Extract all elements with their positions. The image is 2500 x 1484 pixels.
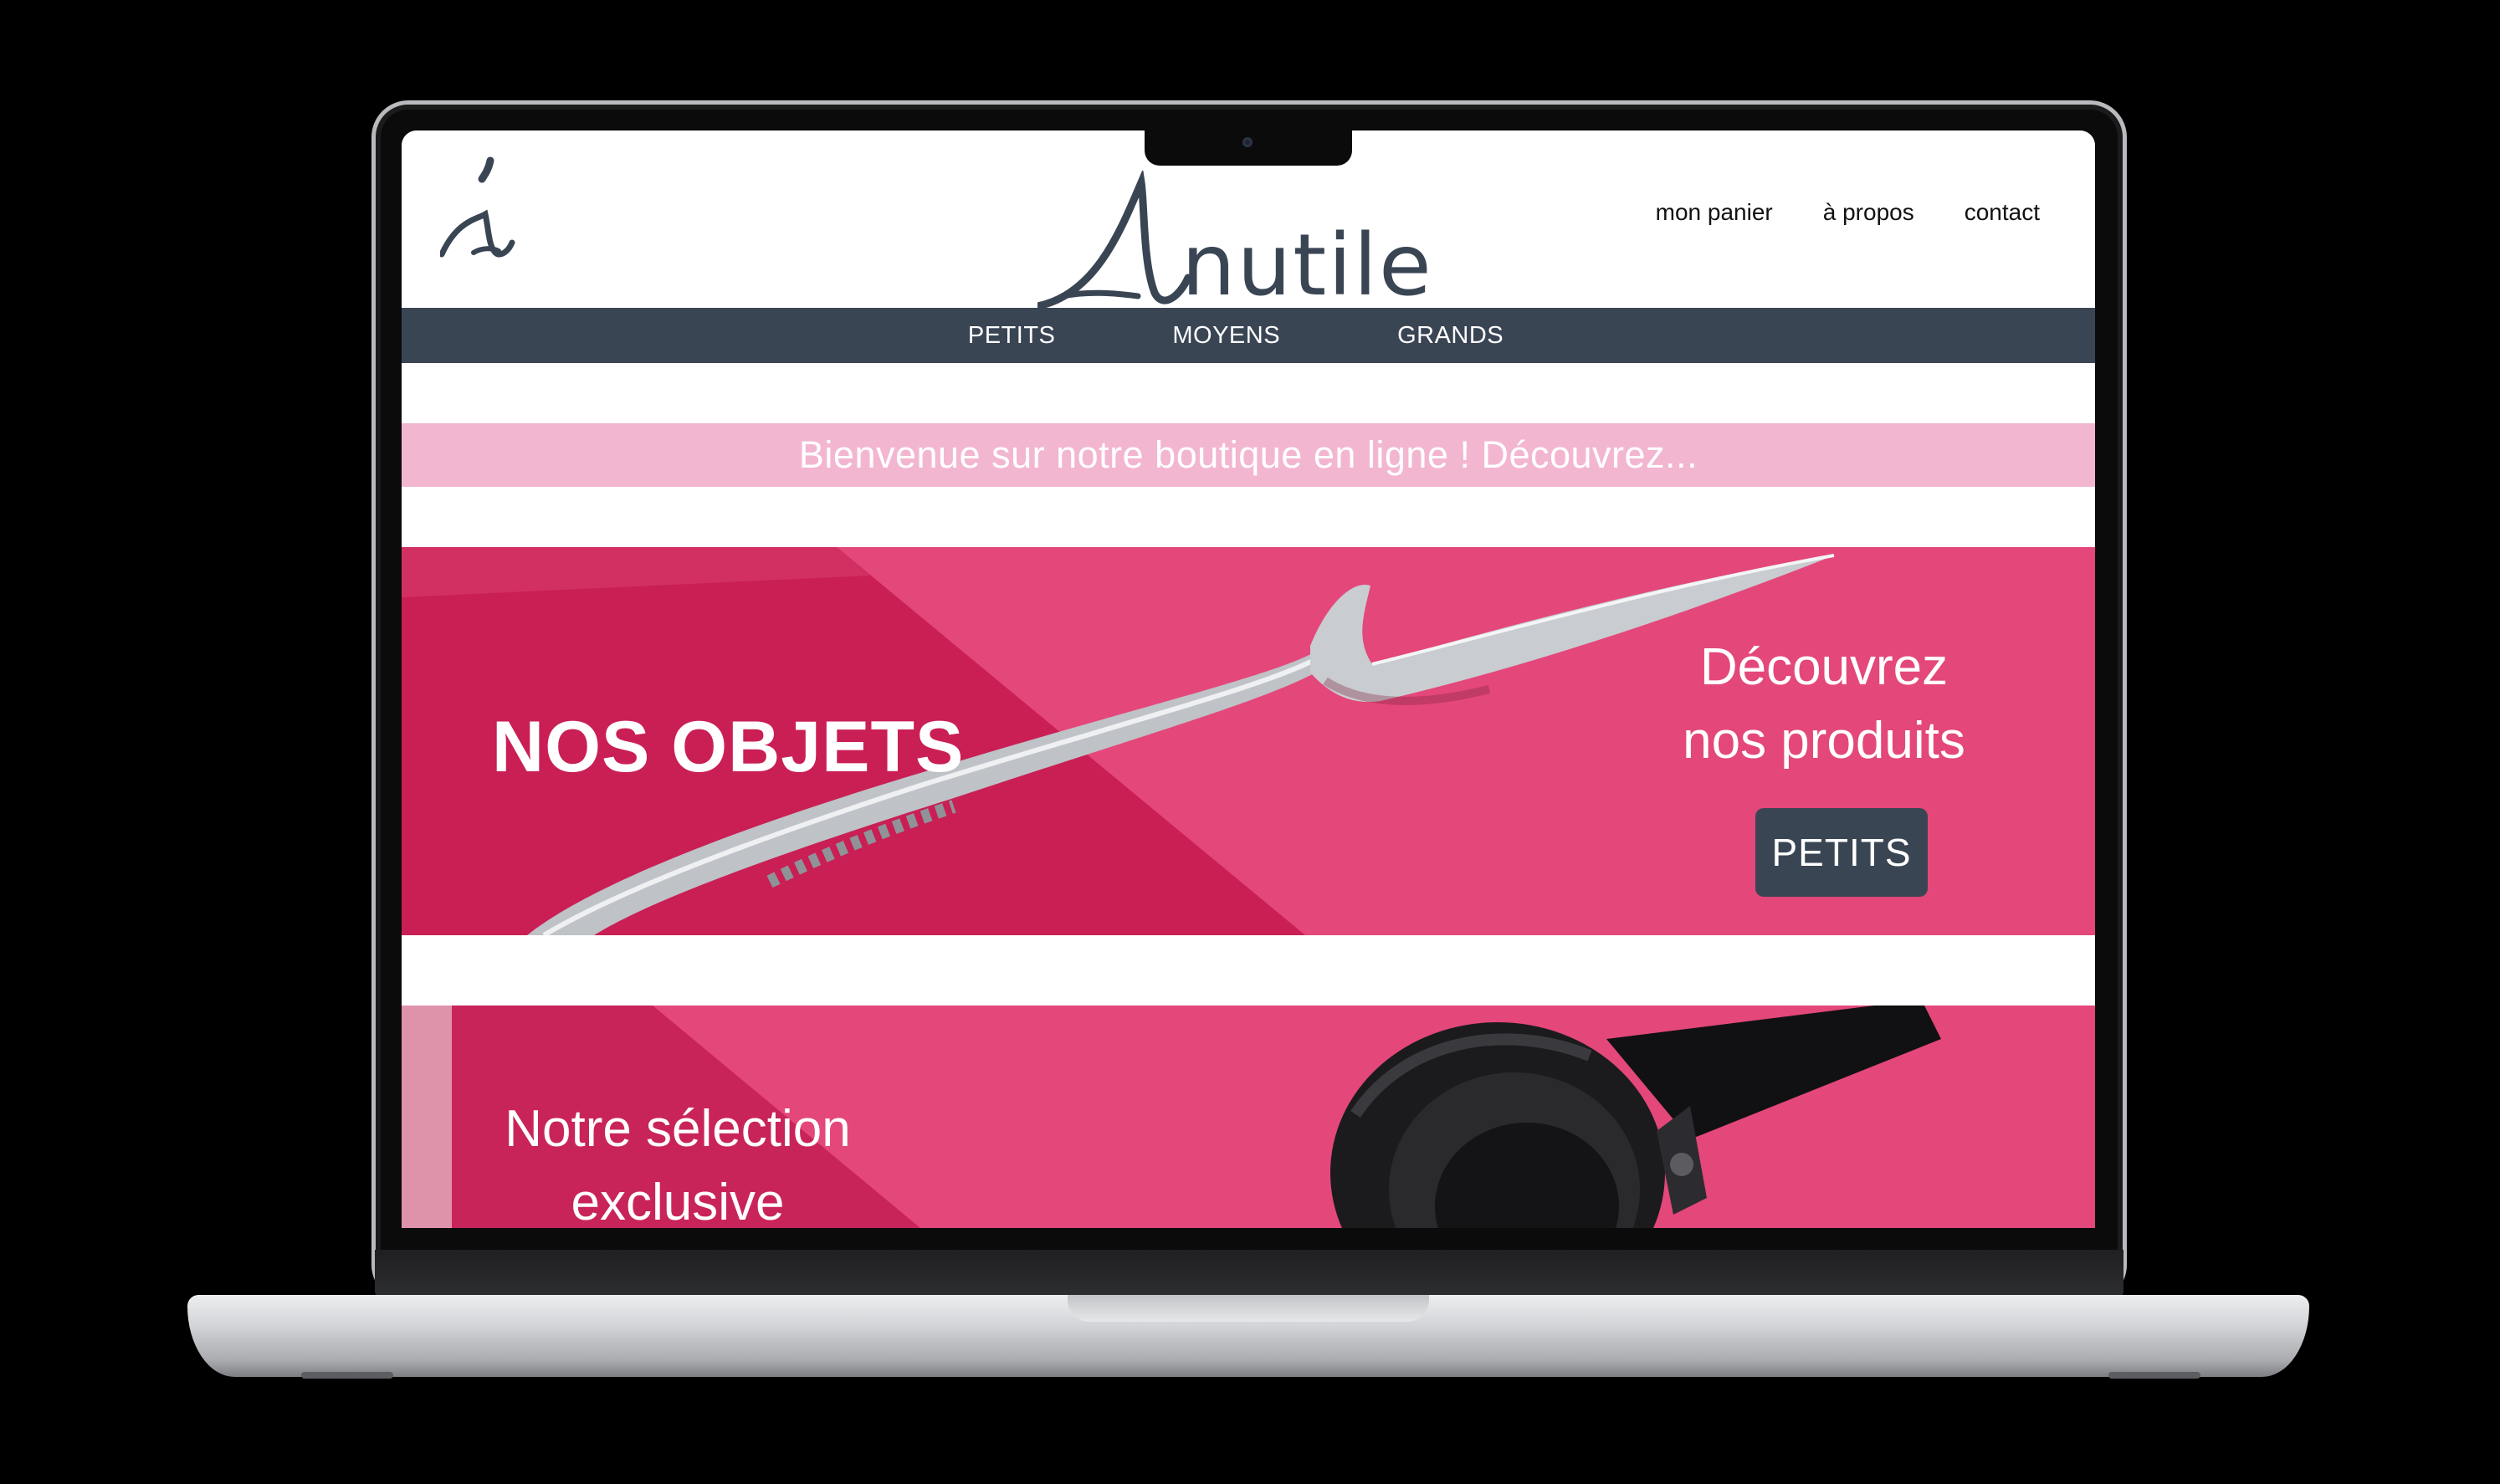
camera-icon bbox=[1242, 137, 1253, 147]
logo-icon[interactable] bbox=[440, 154, 520, 263]
hero-subtitle: Découvrez nos produits bbox=[1657, 631, 1991, 778]
brand-name: nutile bbox=[1181, 216, 1433, 313]
nav-item-petits[interactable]: PETITS bbox=[968, 322, 1056, 350]
hero-title: NOS OBJETS bbox=[492, 707, 965, 787]
selection-title: Notre sélection exclusive bbox=[460, 1093, 895, 1228]
laptop-hinge bbox=[375, 1250, 2123, 1297]
hero-subtitle-line1: Découvrez bbox=[1699, 638, 1949, 696]
laptop-opening-notch bbox=[1068, 1295, 1429, 1322]
petits-button[interactable]: PETITS bbox=[1755, 808, 1928, 897]
hero-products: NOS OBJETS Découvrez nos produits PETITS bbox=[402, 547, 2095, 935]
brand-logo[interactable]: nutile bbox=[1037, 171, 1456, 313]
selection-title-line1: Notre sélection bbox=[505, 1100, 851, 1158]
laptop-foot bbox=[301, 1372, 393, 1379]
camera-notch bbox=[1145, 130, 1352, 166]
laptop-foot bbox=[2108, 1372, 2200, 1379]
contact-link[interactable]: contact bbox=[1965, 199, 2040, 226]
category-nav: PETITS MOYENS GRANDS bbox=[402, 308, 2095, 363]
welcome-text: Bienvenue sur notre boutique en ligne ! … bbox=[798, 433, 1698, 476]
about-link[interactable]: à propos bbox=[1823, 199, 1914, 226]
nav-item-moyens[interactable]: MOYENS bbox=[1172, 322, 1280, 350]
nav-item-grands[interactable]: GRANDS bbox=[1397, 322, 1504, 350]
selection-title-line2: exclusive bbox=[571, 1174, 785, 1228]
welcome-banner: Bienvenue sur notre boutique en ligne ! … bbox=[402, 423, 2095, 487]
hero-selection: Notre sélection exclusive bbox=[402, 1006, 2095, 1228]
top-links: mon panier à propos contact bbox=[1656, 199, 2040, 226]
hero-subtitle-line2: nos produits bbox=[1683, 712, 1965, 770]
cart-link[interactable]: mon panier bbox=[1656, 199, 1773, 226]
screen: nutile mon panier à propos contact PETIT… bbox=[402, 130, 2095, 1228]
